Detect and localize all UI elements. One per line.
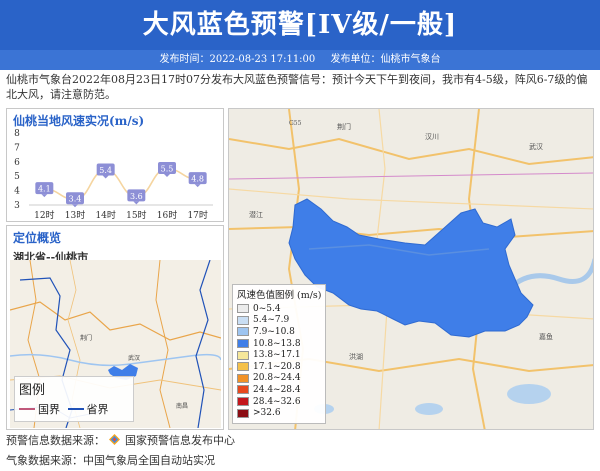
wind-legend-item: 10.8~13.8 — [237, 338, 321, 350]
y-tick-label: 4 — [14, 187, 20, 197]
legend-country-border: 国界 — [19, 401, 60, 417]
x-tick-label: 15时 — [126, 209, 146, 221]
data-point-pointer — [194, 184, 201, 188]
x-tick-label: 14时 — [95, 209, 115, 221]
data-point-label: 3.4 — [69, 195, 82, 204]
y-tick-label: 7 — [14, 143, 20, 153]
data-point-label: 5.5 — [161, 165, 174, 174]
wind-legend-rows: 0~5.4 5.4~7.9 7.9~10.8 10.8~13.8 13.8~17.1 17… — [237, 303, 321, 419]
wind-legend-item: 17.1~20.8 — [237, 361, 321, 373]
svg-text:嘉鱼: 嘉鱼 — [539, 332, 553, 341]
location-panel: 定位概览 湖北省--仙桃市 武汉 荆门 南昌 图例 国界 省界 — [6, 225, 224, 430]
wind-legend-title: 风速色值图例 (m/s) — [237, 290, 322, 301]
y-tick-label: 3 — [14, 201, 20, 211]
country-border-label: 国界 — [38, 403, 60, 416]
warning-description: 仙桃市气象台2022年08月23日17时07分发布大风蓝色预警信号：预计今天下午… — [6, 73, 588, 101]
wind-speed-chart: 3 4 5 6 7 8 4.1 12时 3.4 13时 5.4 14时 3.6 15时 5.5 16时 4.8 1… — [14, 129, 213, 221]
publish-time: 发布时间：2022-08-23 17:11:00 — [159, 54, 316, 65]
publish-info-bar: 发布时间：2022-08-23 17:11:00 发布单位：仙桃市气象台 — [0, 50, 600, 70]
wind-legend-item: 7.9~10.8 — [237, 326, 321, 338]
wind-legend-label: 24.4~28.4 — [253, 384, 301, 395]
wind-legend-swatch — [237, 385, 249, 395]
wind-legend-swatch — [237, 373, 249, 383]
svg-text:荆门: 荆门 — [80, 334, 92, 342]
svg-text:武汉: 武汉 — [128, 354, 140, 362]
wind-legend-label: 13.8~17.1 — [253, 350, 301, 361]
data-point-pointer — [72, 204, 78, 208]
svg-text:武汉: 武汉 — [529, 142, 543, 151]
weather-source-line: 气象数据来源：中国气象局全国自动站实况 — [6, 454, 215, 467]
wind-legend-swatch — [237, 362, 249, 372]
country-border-swatch — [19, 408, 35, 410]
wind-legend-label: 28.4~32.6 — [253, 396, 301, 407]
data-point-pointer — [102, 175, 109, 179]
wind-legend-swatch — [237, 408, 249, 418]
overview-map[interactable]: 武汉 荆门 南昌 图例 国界 省界 — [10, 260, 221, 428]
y-tick-label: 5 — [14, 172, 20, 182]
wind-legend-swatch — [237, 397, 249, 407]
warning-source-name[interactable]: 国家预警信息发布中心 — [125, 434, 235, 447]
wind-legend-item: 5.4~7.9 — [237, 315, 321, 327]
warning-header: 大风蓝色预警[IV级/一般] — [0, 0, 600, 50]
svg-text:G55: G55 — [289, 120, 302, 127]
wind-legend-swatch — [237, 304, 249, 314]
wind-legend-label: 10.8~13.8 — [253, 338, 301, 349]
x-tick-label: 13时 — [65, 209, 85, 221]
wind-legend-item: 20.8~24.4 — [237, 373, 321, 385]
wind-speed-panel: 仙桃当地风速实况(m/s) 3 4 5 6 7 8 4.1 12时 3.4 13时 5.4 14时 3.… — [6, 108, 224, 222]
svg-text:南昌: 南昌 — [176, 402, 188, 410]
data-point-pointer — [133, 201, 140, 205]
legend-province-border: 省界 — [67, 401, 109, 417]
province-border-swatch — [67, 408, 84, 410]
x-tick-label: 17时 — [187, 209, 207, 221]
warning-source-label: 预警信息数据来源： — [6, 434, 105, 447]
wind-legend-label: 0~5.4 — [253, 303, 281, 314]
wind-legend-label: 17.1~20.8 — [253, 361, 301, 372]
wind-legend-swatch — [237, 315, 249, 325]
wind-legend-item: 28.4~32.6 — [237, 396, 321, 408]
data-point-pointer — [164, 174, 170, 177]
x-tick-label: 16时 — [157, 209, 177, 221]
data-point-pointer — [41, 194, 48, 198]
data-point-label: 4.1 — [38, 185, 51, 194]
y-tick-label: 8 — [14, 129, 20, 139]
wind-legend-label: 20.8~24.4 — [253, 373, 301, 384]
data-point-label: 3.6 — [130, 192, 143, 201]
warning-title: 大风蓝色预警[IV级/一般] — [142, 10, 458, 40]
wind-legend-swatch — [237, 327, 249, 337]
overview-legend-title: 图例 — [19, 383, 46, 398]
location-title: 定位概览 — [13, 231, 62, 245]
data-point-label: 4.8 — [191, 175, 204, 184]
wind-legend-item: >32.6 — [237, 407, 321, 419]
wind-legend-label: 5.4~7.9 — [253, 315, 290, 326]
svg-text:荆门: 荆门 — [337, 122, 351, 131]
data-point-label: 5.4 — [99, 166, 112, 175]
overview-legend: 图例 国界 省界 — [14, 376, 134, 422]
warning-center-logo-icon — [108, 434, 120, 445]
svg-text:潜江: 潜江 — [249, 210, 263, 219]
warning-source-line: 预警信息数据来源： 国家预警信息发布中心 — [6, 432, 235, 448]
svg-text:汉川: 汉川 — [425, 133, 439, 141]
wind-speed-legend: 风速色值图例 (m/s) 0~5.4 5.4~7.9 7.9~10.8 10.8~13… — [232, 284, 326, 424]
svg-text:洪湖: 洪湖 — [349, 352, 363, 361]
province-border-label: 省界 — [86, 403, 109, 416]
wind-legend-swatch — [237, 339, 249, 349]
wind-legend-swatch — [237, 350, 249, 360]
wind-legend-label: 7.9~10.8 — [253, 326, 295, 337]
x-tick-label: 12时 — [34, 209, 54, 221]
wind-legend-label: >32.6 — [253, 408, 281, 419]
wind-legend-item: 0~5.4 — [237, 303, 321, 315]
publisher: 发布单位：仙桃市气象台 — [330, 54, 441, 65]
wind-legend-item: 13.8~17.1 — [237, 349, 321, 361]
wind-legend-item: 24.4~28.4 — [237, 384, 321, 396]
y-tick-label: 6 — [14, 158, 20, 168]
